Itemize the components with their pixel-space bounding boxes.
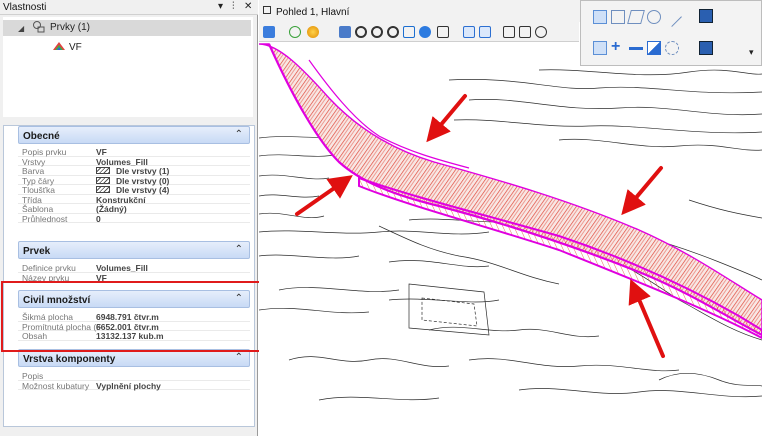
property-value[interactable]: Konstrukční [96, 195, 146, 205]
property-label: Šablona [22, 204, 54, 214]
selection-mode-new-icon[interactable] [593, 41, 607, 55]
selection-mode-subtract-icon[interactable] [629, 47, 643, 50]
section-title: Vrstva komponenty [23, 354, 116, 365]
view-title: Pohled 1, Hlavní [276, 7, 350, 18]
close-button[interactable]: ✕ [244, 1, 252, 13]
section-header[interactable]: Obecné ⌃ [18, 126, 250, 144]
property-value[interactable]: Volumes_Fill [96, 263, 148, 273]
selection-block-icon[interactable] [611, 10, 625, 24]
pin-button[interactable]: ⫶ [232, 1, 235, 13]
clip-volume-icon[interactable] [519, 26, 531, 38]
properties-panel: Vlastnosti ▾ ⫶ ✕ ◢ Prvky (1) VF Obecné ⌃ [0, 0, 258, 436]
section-title: Prvek [23, 246, 51, 257]
property-label: Tloušťka [22, 185, 55, 195]
selection-circle-icon[interactable] [647, 10, 661, 24]
panel-options-chevron-icon[interactable]: ▾ [749, 47, 762, 61]
property-row: Tloušťka Dle vrstvy (4) [18, 185, 250, 195]
property-row: Barva Dle vrstvy (1) [18, 166, 250, 176]
selection-mode-invert-icon[interactable] [647, 41, 661, 55]
elements-group-icon [33, 21, 45, 33]
selection-line-icon[interactable] [662, 7, 682, 27]
property-row: Typ čáry Dle vrstvy (0) [18, 176, 250, 186]
tree-expand-icon[interactable]: ◢ [18, 24, 24, 33]
property-value[interactable]: VF [96, 147, 107, 157]
property-value[interactable]: Volumes_Fill [96, 157, 148, 167]
next-view-icon[interactable] [479, 26, 491, 38]
selection-mode-add-icon[interactable]: + [611, 39, 625, 55]
collapse-icon[interactable]: ⌃ [235, 244, 243, 255]
property-label: Popis [22, 371, 44, 381]
property-label: Třída [22, 194, 42, 205]
property-label: Průhlednost [22, 213, 68, 224]
property-label: Možnost kubatury [22, 380, 90, 391]
property-label: Barva [22, 166, 45, 176]
zoom-in-icon[interactable] [355, 26, 367, 38]
section-component-layer: Vrstva komponenty ⌃ Popis Možnost kubatu… [18, 349, 250, 391]
tree-child-label[interactable]: VF [69, 42, 82, 53]
panel-menu-button[interactable]: ▾ [218, 1, 223, 13]
property-value[interactable]: Dle vrstvy (4) [116, 185, 169, 195]
selection-individual-icon[interactable] [593, 10, 607, 24]
view-attributes-icon[interactable] [263, 26, 275, 38]
zoom-out-icon[interactable] [371, 26, 383, 38]
property-value[interactable]: Vyplnění plochy [96, 381, 161, 391]
property-value[interactable]: Dle vrstvy (1) [116, 166, 169, 176]
section-title: Obecné [23, 131, 60, 142]
previous-view-icon[interactable] [463, 26, 475, 38]
window-area-icon[interactable] [387, 26, 399, 38]
selection-shape-icon[interactable] [627, 10, 645, 24]
fill-element-icon [53, 42, 65, 50]
view-window-icon [263, 6, 271, 14]
property-row: Průhlednost 0 [18, 214, 250, 224]
select-all-icon[interactable] [699, 41, 713, 55]
display-style-icon[interactable] [289, 26, 301, 38]
arrow-4 [628, 278, 665, 358]
view-toolbar [259, 22, 579, 42]
arrow-3 [621, 166, 663, 216]
property-row: Vrstvy Volumes_Fill [18, 157, 250, 167]
section-general: Obecné ⌃ Popis prvku VF Vrstvy Volumes_Fil… [18, 126, 250, 224]
fit-view-icon[interactable] [403, 26, 415, 38]
property-row: Popis prvku VF [18, 147, 250, 157]
properties-title: Vlastnosti [3, 2, 47, 13]
linestyle-swatch-icon [96, 176, 110, 184]
arrow-1 [426, 94, 467, 143]
pan-view-icon[interactable] [437, 26, 449, 38]
property-value[interactable]: Dle vrstvy (0) [116, 176, 169, 186]
properties-titlebar: Vlastnosti ▾ ⫶ ✕ [0, 0, 258, 15]
property-row: Možnost kubatury Vyplnění plochy [18, 381, 250, 391]
clip-mask-icon[interactable] [535, 26, 547, 38]
highlight-frame [1, 281, 279, 352]
property-row: Třída Konstrukční [18, 195, 250, 205]
app-window: Vlastnosti ▾ ⫶ ✕ ◢ Prvky (1) VF Obecné ⌃ [0, 0, 762, 436]
property-row: Popis [18, 371, 250, 381]
collapse-icon[interactable]: ⌃ [235, 129, 243, 140]
section-header[interactable]: Prvek ⌃ [18, 241, 250, 259]
property-row: Definice prvku Volumes_Fill [18, 263, 250, 273]
selection-mode-clear-icon[interactable] [665, 41, 679, 55]
section-element: Prvek ⌃ Definice prvku Volumes_Fill Název… [18, 241, 250, 283]
property-label: Vrstvy [22, 156, 46, 167]
clear-selection-icon[interactable] [699, 9, 713, 23]
property-value[interactable]: (Žádný) [96, 204, 127, 214]
property-value[interactable]: 0 [96, 214, 101, 224]
tree-root-label[interactable]: Prvky (1) [50, 22, 90, 33]
color-swatch-icon [96, 167, 110, 174]
property-label: Definice prvku [22, 263, 76, 273]
property-row: Šablona (Žádný) [18, 204, 250, 214]
property-label: Typ čáry [22, 175, 55, 186]
selection-tool-panel: + ▾ [580, 0, 762, 66]
copy-view-icon[interactable] [503, 26, 515, 38]
update-view-icon[interactable] [339, 26, 351, 38]
rotate-view-icon[interactable] [419, 26, 431, 38]
weight-swatch-icon [96, 186, 110, 193]
lighting-icon[interactable] [307, 26, 319, 38]
collapse-icon[interactable]: ⌃ [235, 352, 243, 363]
arrow-2 [295, 175, 353, 216]
property-label: Popis prvku [22, 147, 67, 157]
